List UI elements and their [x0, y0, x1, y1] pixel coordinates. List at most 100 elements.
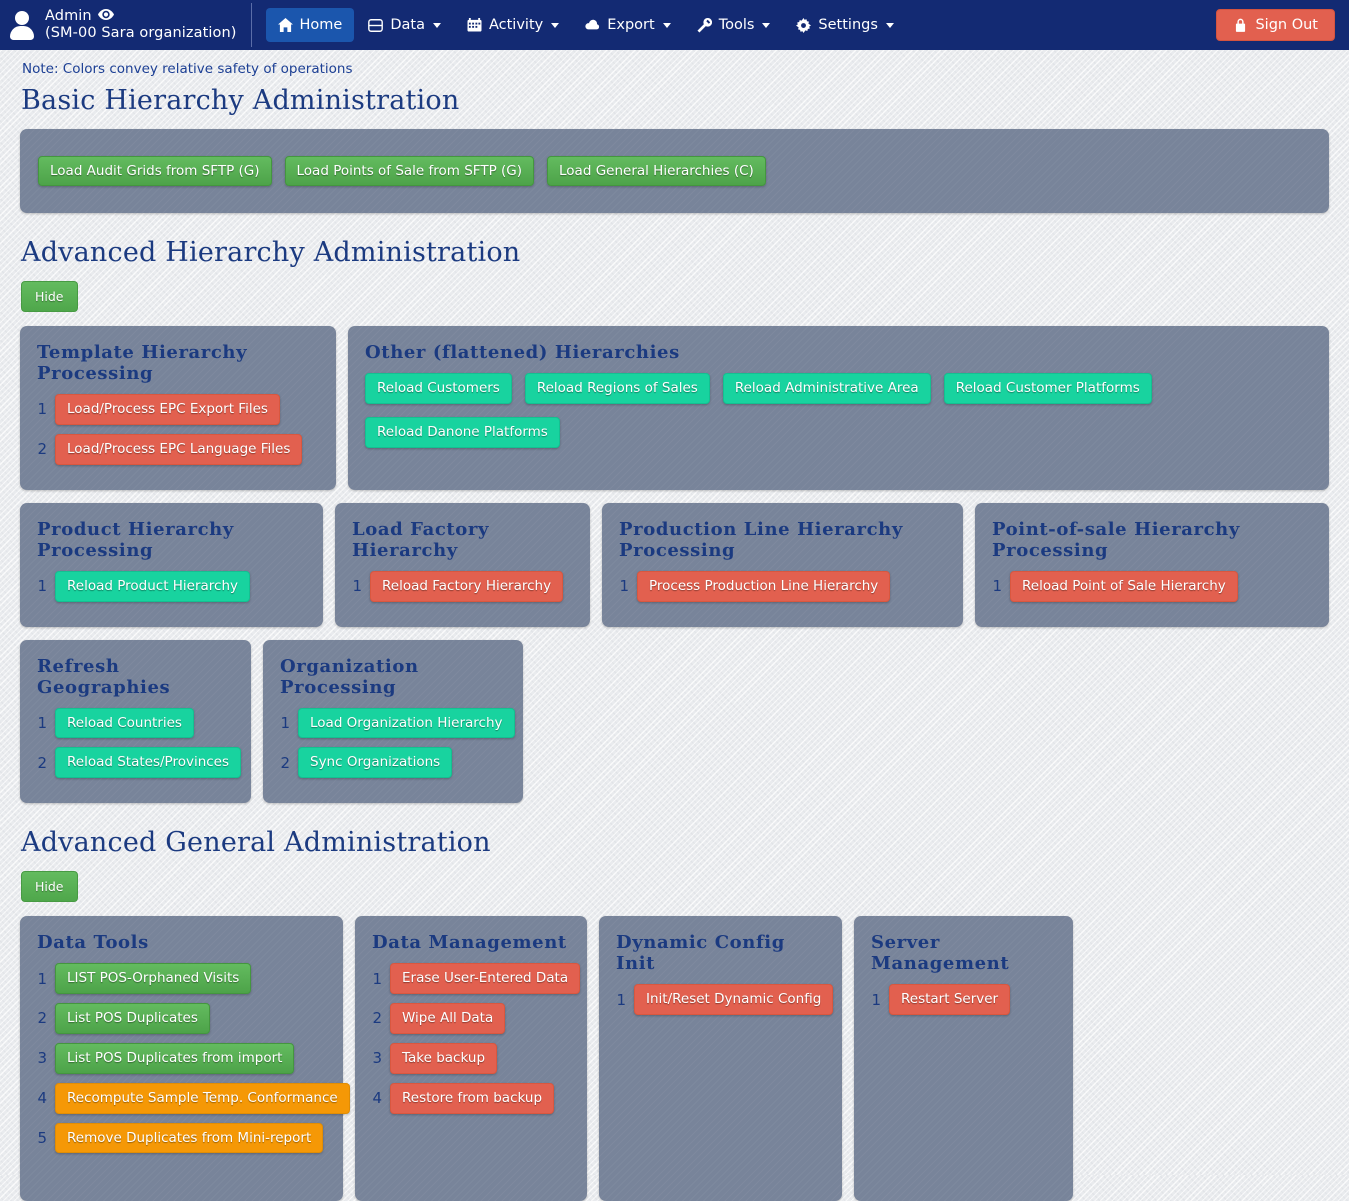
- task-row: 1 Reload Countries: [37, 707, 234, 739]
- nav-item-data[interactable]: Data: [356, 8, 453, 42]
- reload-product-hierarchy-button[interactable]: Reload Product Hierarchy: [55, 570, 251, 602]
- hide-advanced-general-button[interactable]: Hide: [21, 871, 78, 903]
- task-row: 1 Reload Point of Sale Hierarchy: [992, 570, 1312, 602]
- load-general-hierarchies-button[interactable]: Load General Hierarchies (C): [547, 155, 766, 187]
- reload-administrative-area-button[interactable]: Reload Administrative Area: [722, 373, 931, 404]
- remove-duplicates-from-mini-report-button[interactable]: Remove Duplicates from Mini-report: [55, 1122, 324, 1154]
- reload-states-provinces-button[interactable]: Reload States/Provinces: [55, 747, 242, 779]
- nav-item-home[interactable]: Home: [265, 8, 355, 42]
- nav-item-settings[interactable]: Settings: [784, 8, 905, 42]
- card-title: Template Hierarchy Processing: [37, 342, 248, 384]
- task-row: 2 Reload States/Provinces: [37, 747, 242, 779]
- wrench-icon: [697, 17, 712, 33]
- calendar-icon: [467, 18, 482, 33]
- task-row: 1 Restart Server: [871, 984, 1056, 1016]
- nav-item-tools-label: Tools: [718, 17, 755, 33]
- reload-countries-button[interactable]: Reload Countries: [55, 707, 194, 739]
- reload-danone-platforms-button[interactable]: Reload Danone Platforms: [365, 416, 560, 448]
- advanced-hierarchy-title: Advanced Hierarchy Administration: [21, 237, 521, 268]
- restart-server-button[interactable]: Restart Server: [889, 984, 1011, 1016]
- task-row: 1 Erase User-Entered Data: [372, 963, 581, 995]
- card-dynamic-config-init: Dynamic Config Init 1 Init/Reset Dynamic…: [599, 916, 842, 1201]
- reload-factory-hierarchy-button[interactable]: Reload Factory Hierarchy: [370, 570, 564, 602]
- task-number: 3: [372, 1049, 382, 1068]
- card-title: Server Management: [871, 932, 1010, 975]
- sign-out-button[interactable]: Sign Out: [1216, 9, 1335, 41]
- task-number: 1: [616, 990, 626, 1009]
- load-points-of-sale-button[interactable]: Load Points of Sale from SFTP (G): [284, 155, 535, 187]
- task-row: 1 Reload Product Hierarchy: [37, 570, 306, 602]
- take-backup-button[interactable]: Take backup: [390, 1042, 498, 1074]
- card-other-flattened-hierarchies: Other (flattened) Hierarchies Reload Cus…: [348, 326, 1329, 490]
- task-number: 2: [37, 753, 47, 772]
- hierarchy-row-1: Template Hierarchy Processing 1 Load/Pro…: [20, 326, 1329, 490]
- colors-note: Note: Colors convey relative safety of o…: [22, 61, 353, 77]
- card-title: Data Management: [372, 932, 567, 954]
- list-pos-orphaned-visits-button[interactable]: LIST POS-Orphaned Visits: [55, 963, 252, 995]
- task-row: 3 Take backup: [372, 1042, 570, 1074]
- process-production-line-hierarchy-button[interactable]: Process Production Line Hierarchy: [637, 570, 891, 602]
- card-template-hierarchy-processing: Template Hierarchy Processing 1 Load/Pro…: [20, 326, 336, 490]
- recompute-sample-temp-conformance-button[interactable]: Recompute Sample Temp. Conformance: [55, 1082, 350, 1114]
- basic-hierarchy-panel: Load Audit Grids from SFTP (G) Load Poin…: [20, 129, 1329, 213]
- reload-customer-platforms-button[interactable]: Reload Customer Platforms: [943, 373, 1152, 404]
- erase-user-entered-data-button[interactable]: Erase User-Entered Data: [390, 963, 581, 995]
- card-title: Product Hierarchy Processing: [37, 518, 234, 561]
- task-number: 4: [372, 1089, 382, 1108]
- card-title: Point-of-sale Hierarchy Processing: [992, 518, 1240, 561]
- page-content: Note: Colors convey relative safety of o…: [0, 50, 1349, 1201]
- chevron-down-icon: [662, 22, 671, 28]
- load-organization-hierarchy-button[interactable]: Load Organization Hierarchy: [298, 707, 515, 739]
- task-number: 5: [37, 1129, 47, 1148]
- task-number: 1: [871, 990, 881, 1009]
- list-pos-duplicates-from-import-button[interactable]: List POS Duplicates from import: [55, 1042, 295, 1074]
- reload-customers-button[interactable]: Reload Customers: [365, 373, 512, 404]
- load-audit-grids-button[interactable]: Load Audit Grids from SFTP (G): [38, 155, 272, 187]
- task-row: 1 Init/Reset Dynamic Config: [616, 984, 834, 1016]
- eye-icon[interactable]: [97, 8, 114, 25]
- load-process-epc-language-files-button[interactable]: Load/Process EPC Language Files: [55, 433, 303, 465]
- user-name: Admin: [45, 8, 92, 24]
- hide-advanced-hierarchy-button[interactable]: Hide: [21, 281, 78, 312]
- load-process-epc-export-files-button[interactable]: Load/Process EPC Export Files: [55, 394, 280, 425]
- nav-item-export-label: Export: [607, 17, 655, 33]
- nav-item-export[interactable]: Export: [573, 8, 682, 42]
- hierarchy-row-3: Refresh Geographies 1 Reload Countries 2…: [20, 639, 1329, 804]
- nav-item-activity-label: Activity: [488, 17, 544, 33]
- nav-item-data-label: Data: [390, 17, 425, 33]
- task-number: 4: [37, 1089, 47, 1108]
- list-pos-duplicates-button[interactable]: List POS Duplicates: [55, 1003, 210, 1034]
- card-title: Load Factory Hierarchy: [352, 518, 490, 561]
- reload-point-of-sale-hierarchy-button[interactable]: Reload Point of Sale Hierarchy: [1010, 570, 1238, 602]
- card-production-line-hierarchy-processing: Production Line Hierarchy Processing 1 P…: [602, 502, 963, 627]
- nav-item-tools[interactable]: Tools: [685, 8, 783, 42]
- sign-out-label: Sign Out: [1255, 17, 1318, 33]
- init-reset-dynamic-config-button[interactable]: Init/Reset Dynamic Config: [634, 984, 834, 1016]
- card-point-of-sale-hierarchy-processing: Point-of-sale Hierarchy Processing 1 Rel…: [975, 502, 1329, 627]
- restore-from-backup-button[interactable]: Restore from backup: [390, 1082, 555, 1114]
- task-number: 1: [280, 713, 290, 732]
- card-title: Organization Processing: [280, 655, 419, 698]
- task-number: 1: [992, 577, 1002, 596]
- task-number: 1: [37, 713, 47, 732]
- task-row: 3 List POS Duplicates from import: [37, 1042, 326, 1074]
- card-title: Other (flattened) Hierarchies: [365, 342, 680, 363]
- task-number: 3: [37, 1049, 47, 1068]
- advanced-general-title: Advanced General Administration: [21, 827, 491, 859]
- top-navbar: Admin (SM-00 Sara organization) Home Dat…: [0, 0, 1349, 50]
- task-number: 1: [372, 969, 382, 988]
- sync-organizations-button[interactable]: Sync Organizations: [298, 747, 453, 779]
- chevron-down-icon: [762, 22, 771, 28]
- task-number: 1: [352, 577, 362, 596]
- task-number: 1: [37, 400, 47, 419]
- task-row: 4 Restore from backup: [372, 1082, 570, 1114]
- task-row: 1 LIST POS-Orphaned Visits: [37, 963, 326, 995]
- chevron-down-icon: [885, 22, 894, 28]
- chevron-down-icon: [551, 22, 560, 28]
- wipe-all-data-button[interactable]: Wipe All Data: [390, 1003, 506, 1034]
- reload-regions-of-sales-button[interactable]: Reload Regions of Sales: [524, 373, 710, 404]
- task-number: 2: [37, 440, 47, 459]
- card-product-hierarchy-processing: Product Hierarchy Processing 1 Reload Pr…: [20, 502, 323, 627]
- card-title: Refresh Geographies: [37, 655, 171, 698]
- nav-item-activity[interactable]: Activity: [455, 8, 571, 42]
